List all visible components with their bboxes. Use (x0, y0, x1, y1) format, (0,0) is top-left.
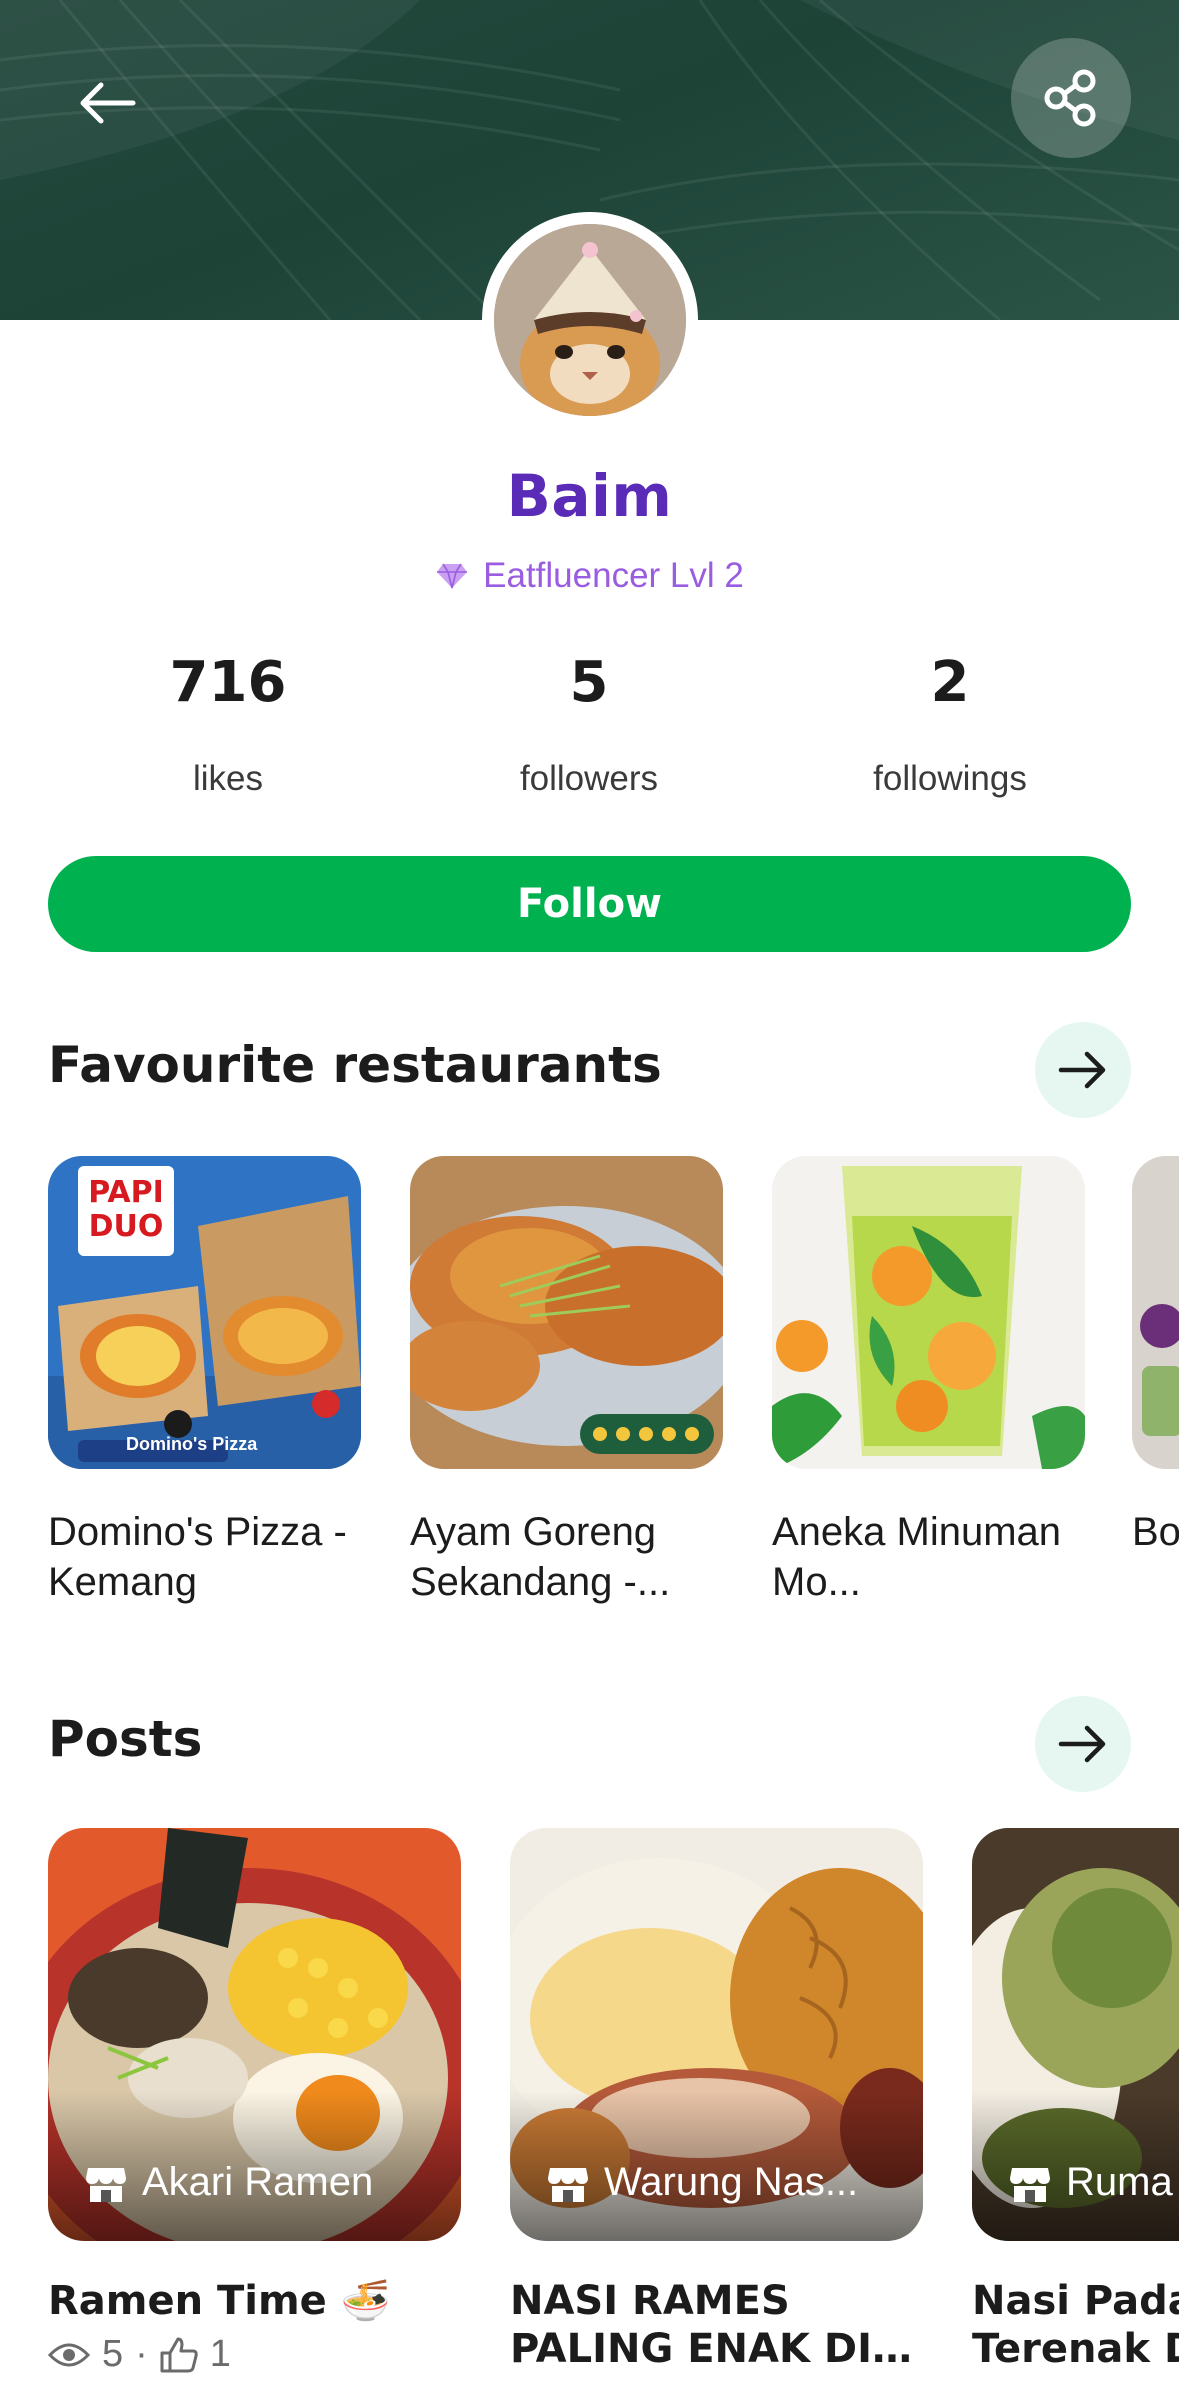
store-icon (1010, 2167, 1050, 2202)
promo-badge: PAPI DUO (78, 1166, 174, 1256)
restaurant-image (1132, 1156, 1179, 1469)
avatar (482, 212, 698, 428)
post-title-line2: Terenak Di (972, 2326, 1179, 2372)
restaurant-card[interactable]: Aneka Minuman Mo... (772, 1156, 1085, 1607)
arrow-right-icon (1058, 1051, 1106, 1089)
stat-followers[interactable]: 5 followers (439, 650, 739, 799)
post-card[interactable]: Warung Nas... NASI RAMES PALING ENAK DI … (510, 1828, 923, 2373)
post-image: Warung Nas... (510, 1828, 923, 2241)
likes-count: 716 (169, 650, 287, 715)
brand-label: Domino's Pizza (126, 1434, 258, 1454)
level-label: Eatfluencer Lvl 2 (483, 556, 744, 595)
store-icon (86, 2167, 126, 2202)
favourites-list: PAPI DUO Domino's Pizza Domino's Pizza -… (0, 1156, 1179, 1616)
level-badge: Eatfluencer Lvl 2 (0, 556, 1179, 596)
post-stats: 5 · 1 (48, 2333, 461, 2376)
post-restaurant-tag[interactable]: Warung Nas... (548, 2160, 858, 2205)
restaurant-name: Domino's Pizza - Kemang (48, 1510, 347, 1604)
post-card[interactable]: Akari Ramen Ramen Time 🍜 5 · 1 (48, 1828, 461, 2376)
restaurant-card[interactable]: PAPI DUO Domino's Pizza Domino's Pizza -… (48, 1156, 361, 1607)
store-icon (548, 2167, 588, 2202)
stat-followings[interactable]: 2 followings (800, 650, 1100, 799)
followers-count: 5 (569, 650, 609, 715)
profile-name: Baim (506, 462, 673, 530)
post-restaurant-name: Warung Nas... (604, 2160, 859, 2204)
posts-list: Akari Ramen Ramen Time 🍜 5 · 1 Warung Na… (0, 1828, 1179, 2396)
post-views: 5 (102, 2333, 124, 2375)
post-restaurant-tag[interactable]: Ruma (1010, 2160, 1173, 2205)
arrow-left-icon (80, 82, 136, 124)
followings-count: 2 (930, 650, 970, 715)
post-title-line2: PALING ENAK DI C... (510, 2326, 923, 2372)
share-icon (1044, 69, 1096, 127)
likes-label: likes (192, 759, 264, 798)
post-likes: 1 (209, 2333, 231, 2375)
restaurant-image: PAPI DUO Domino's Pizza (48, 1156, 361, 1469)
meta-separator: · (135, 2333, 148, 2375)
share-button[interactable] (1011, 38, 1131, 158)
post-restaurant-tag[interactable]: Akari Ramen (86, 2160, 373, 2205)
followers-label: followers (519, 759, 659, 798)
stat-likes: 716 likes (78, 650, 378, 799)
post-restaurant-name: Akari Ramen (142, 2160, 374, 2204)
thumbs-up-icon (160, 2337, 198, 2372)
diamond-icon (437, 563, 468, 589)
avatar-image (494, 224, 686, 416)
post-title: Ramen Time 🍜 (48, 2278, 391, 2324)
post-image: Ruma (972, 1828, 1179, 2241)
back-button[interactable] (62, 58, 152, 148)
restaurant-image (772, 1156, 1085, 1469)
post-title: NASI RAMES (510, 2278, 790, 2324)
arrow-right-icon (1058, 1725, 1106, 1763)
post-restaurant-name: Ruma (1066, 2160, 1173, 2204)
restaurant-name: Bo Lu (1132, 1510, 1179, 1554)
restaurant-name: Ayam Goreng Sekandang -... (410, 1510, 671, 1604)
posts-title: Posts (48, 1710, 203, 1768)
favourites-title: Favourite restaurants (48, 1036, 662, 1094)
post-card[interactable]: Ruma Nasi Padar Terenak Di (972, 1828, 1179, 2373)
follow-button[interactable]: Follow (48, 856, 1131, 952)
eye-icon (48, 2343, 90, 2366)
posts-see-all-button[interactable] (1035, 1696, 1131, 1792)
restaurant-name: Aneka Minuman Mo... (772, 1510, 1062, 1604)
followings-label: followings (873, 759, 1027, 798)
restaurant-card[interactable]: Ayam Goreng Sekandang -... (410, 1156, 723, 1607)
restaurant-card[interactable]: Bo Lu (1132, 1156, 1179, 1557)
restaurant-image (410, 1156, 723, 1469)
post-image: Akari Ramen (48, 1828, 461, 2241)
favourites-see-all-button[interactable] (1035, 1022, 1131, 1118)
post-title: Nasi Padar (972, 2278, 1179, 2324)
profile-stats: 716 likes 5 followers 2 followings (0, 650, 1179, 800)
